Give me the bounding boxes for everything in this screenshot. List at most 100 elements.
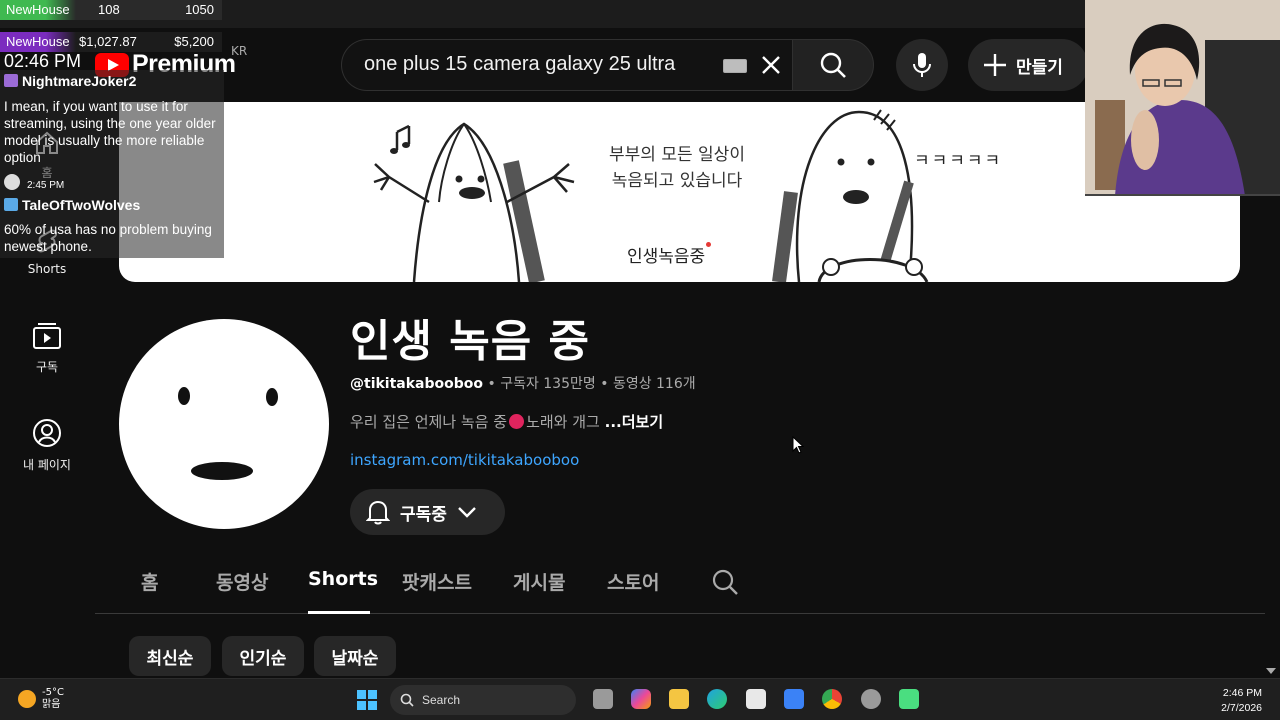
you-icon xyxy=(33,419,61,447)
bell-icon xyxy=(366,500,390,525)
store-icon[interactable] xyxy=(746,689,766,709)
plus-icon xyxy=(984,54,1006,76)
video-count: 동영상 116개 xyxy=(612,376,696,392)
guide-item-label: 구독 xyxy=(35,360,59,374)
ticker-2-value-2: $5,200 xyxy=(174,34,214,49)
windows-start-icon[interactable] xyxy=(357,690,377,710)
edge-icon[interactable] xyxy=(707,689,727,709)
weather-widget[interactable]: -5°C 맑음 xyxy=(18,687,64,711)
channel-name: 인생 녹음 중 xyxy=(350,316,591,367)
banner-caption: 부부의 모든 일상이 녹음되고 있습니다 xyxy=(597,142,757,194)
taskbar-clock[interactable]: 2:46 PM 2/7/2026 xyxy=(1212,686,1262,716)
ticker-2-label: NewHouse xyxy=(0,32,76,52)
stream-clock: 02:46 PM xyxy=(4,51,82,71)
streamer-webcam xyxy=(1085,0,1280,196)
guide-item-subscriptions[interactable]: 구독 xyxy=(0,322,94,375)
chat-message: I mean, if you want to use it for stream… xyxy=(4,99,216,165)
keyboard-icon[interactable] xyxy=(723,59,747,73)
taskbar-time: 2:46 PM xyxy=(1222,687,1262,699)
channel-avatar[interactable] xyxy=(119,319,329,529)
create-button[interactable]: 만들기 xyxy=(968,39,1088,91)
obs-icon[interactable] xyxy=(861,689,881,709)
chat-user: NightmareJoker2 xyxy=(4,73,136,89)
chat-message: 60% of usa has no problem buying newest … xyxy=(4,222,212,254)
tab-videos[interactable]: 동영상 xyxy=(216,568,268,595)
ticker-2: NewHouse $1,027.87 $5,200 xyxy=(0,32,222,52)
channel-handle: @tikitakabooboo xyxy=(350,376,484,392)
meta-separator: • xyxy=(600,376,609,392)
task-view-icon[interactable] xyxy=(593,689,613,709)
banner-logo: 인생녹음중 xyxy=(627,242,712,267)
guide-item-you[interactable]: 내 페이지 xyxy=(0,418,94,473)
subscriber-count: 구독자 135만명 xyxy=(500,376,596,392)
channel-description[interactable]: 우리 집은 언제나 녹음 중 노래와 개그 ...더보기 xyxy=(350,411,663,432)
more-link[interactable]: ...더보기 xyxy=(605,413,664,431)
search-query: one plus 15 camera galaxy 25 ultra xyxy=(364,53,676,75)
chat-username: TaleOfTwoWolves xyxy=(22,197,141,213)
guide-item-label: Shorts xyxy=(27,262,67,276)
taskbar-search-label: Search xyxy=(422,693,461,707)
search-button[interactable] xyxy=(792,39,874,91)
description-text: 우리 집은 언제나 녹음 중 xyxy=(350,413,508,431)
clear-icon[interactable] xyxy=(759,53,783,77)
chevron-down-icon xyxy=(458,507,476,518)
weather-condition: 맑음 xyxy=(42,699,61,710)
active-tab-indicator xyxy=(308,611,370,614)
pin-app-icon[interactable] xyxy=(784,689,804,709)
webcam-image xyxy=(1085,0,1280,194)
ticker-1: NewHouse 108 1050 xyxy=(0,0,222,20)
tab-store[interactable]: 스토어 xyxy=(607,568,659,595)
channel-tabs: 홈 동영상 Shorts 팟캐스트 게시물 스토어 xyxy=(95,560,1265,614)
ticker-1-value-2: 1050 xyxy=(185,2,214,17)
avatar-face-illustration xyxy=(178,387,278,480)
subscribed-button[interactable]: 구독중 xyxy=(350,489,505,535)
taskbar-date: 2/7/2026 xyxy=(1221,702,1262,714)
ticker-1-label: NewHouse xyxy=(0,0,76,20)
channel-meta: @tikitakabooboo • 구독자 135만명 • 동영상 116개 xyxy=(350,373,696,393)
search-input[interactable]: one plus 15 camera galaxy 25 ultra xyxy=(341,39,793,91)
tab-shorts[interactable]: Shorts xyxy=(308,568,378,590)
chip-date[interactable]: 날짜순 xyxy=(314,636,396,676)
subscribed-label: 구독중 xyxy=(400,504,447,525)
ticker-2-value-1: $1,027.87 xyxy=(79,34,137,49)
mouse-cursor-icon xyxy=(792,436,804,454)
taskbar-search[interactable]: Search xyxy=(390,685,576,715)
channel-link[interactable]: instagram.com/tikitakabooboo xyxy=(350,451,579,469)
voice-search-button[interactable] xyxy=(896,39,948,91)
chip-popular[interactable]: 인기순 xyxy=(222,636,304,676)
banner-caption-line1: 부부의 모든 일상이 xyxy=(609,145,745,165)
banner-laugh-text: ㅋㅋㅋㅋㅋ xyxy=(914,151,1003,171)
create-label: 만들기 xyxy=(1016,57,1063,78)
app-icon[interactable] xyxy=(899,689,919,709)
chip-latest[interactable]: 최신순 xyxy=(129,636,211,676)
scroll-down-arrow-icon[interactable] xyxy=(1266,668,1276,674)
banner-logo-text: 인생녹음중 xyxy=(627,247,706,267)
channel-banner: 부부의 모든 일상이 녹음되고 있습니다 ㅋㅋㅋㅋㅋ 인생녹음중 xyxy=(119,102,1240,282)
tab-posts[interactable]: 게시물 xyxy=(513,568,565,595)
guide-item-label: 내 페이지 xyxy=(23,458,71,472)
sun-icon xyxy=(18,690,36,708)
meta-separator: • xyxy=(487,376,496,392)
chat-user: TaleOfTwoWolves xyxy=(4,197,140,213)
chrome-icon[interactable] xyxy=(822,689,842,709)
description-tail: 노래와 개그 xyxy=(526,413,600,431)
tab-podcasts[interactable]: 팟캐스트 xyxy=(402,568,472,595)
copilot-icon[interactable] xyxy=(631,689,651,709)
chat-badge-icon xyxy=(4,74,18,87)
country-code: KR xyxy=(231,44,248,58)
file-explorer-icon[interactable] xyxy=(669,689,689,709)
recording-dot-icon xyxy=(706,242,712,247)
channel-search-icon[interactable] xyxy=(711,568,739,596)
tab-home[interactable]: 홈 xyxy=(141,568,158,595)
microphone-icon xyxy=(913,53,931,77)
ticker-1-value-1: 108 xyxy=(98,2,120,17)
chat-avatar xyxy=(4,174,20,190)
banner-caption-line2: 녹음되고 있습니다 xyxy=(611,171,743,191)
search-icon xyxy=(400,693,414,707)
weather-temperature: -5°C xyxy=(42,687,64,698)
windows-taskbar: -5°C 맑음 Search 2:46 PM 2/7/2026 xyxy=(0,678,1280,720)
search-icon xyxy=(820,52,846,78)
chat-username: NightmareJoker2 xyxy=(22,73,137,89)
stream-chat-overlay: NightmareJoker2 I mean, if you want to u… xyxy=(0,70,224,258)
subscriptions-icon xyxy=(33,323,61,349)
